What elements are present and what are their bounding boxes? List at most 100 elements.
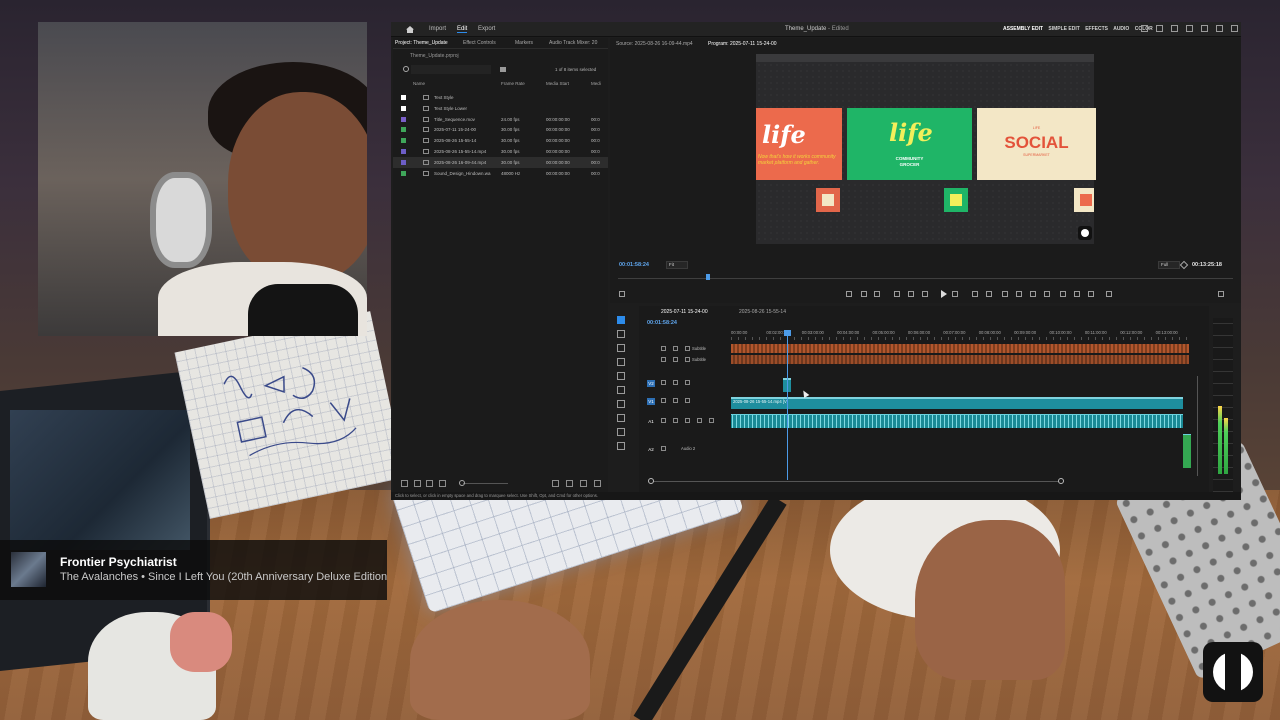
label-color-swatch[interactable] (401, 95, 406, 100)
sync-lock-icon[interactable] (673, 346, 678, 351)
tab-effect-controls[interactable]: Effect Controls (463, 40, 496, 46)
proxy-icon[interactable] (1060, 291, 1066, 297)
asset-row[interactable]: 2025-07-11 15-24-00 30.00 fps 00:00:00:00 0… (393, 124, 608, 135)
thumbnail-size-slider[interactable] (463, 483, 508, 484)
asset-row[interactable]: Text Style Lower (393, 103, 608, 114)
resolution-dropdown[interactable]: Full (1158, 261, 1180, 269)
mode-audio[interactable]: AUDIO (1113, 26, 1129, 32)
label-color-swatch[interactable] (401, 148, 406, 154)
timeline-zoom-scrollbar[interactable] (648, 478, 1064, 484)
scrollbar-right-handle[interactable] (1058, 478, 1064, 484)
step-back-icon[interactable] (908, 291, 914, 297)
tab-source-monitor[interactable]: Source: 2025-08-26 16-09-44.mp4 (616, 41, 693, 47)
label-color-swatch[interactable] (401, 138, 406, 144)
timeline-playhead[interactable] (784, 330, 791, 480)
extract-icon[interactable] (986, 291, 992, 297)
lift-icon[interactable] (972, 291, 978, 297)
workspace-menu-icon[interactable] (1141, 25, 1148, 32)
vr-icon[interactable] (1074, 291, 1080, 297)
label-color-swatch[interactable] (401, 116, 406, 122)
mode-assembly-edit[interactable]: ASSEMBLY EDIT (1003, 26, 1043, 32)
export-frame-icon[interactable] (1106, 291, 1112, 297)
minimize-icon[interactable] (1201, 25, 1208, 32)
play-icon[interactable] (941, 290, 947, 298)
sync-lock-icon[interactable] (673, 380, 678, 385)
playhead-handle[interactable] (784, 330, 791, 336)
v1-source-patch[interactable]: V1 (647, 398, 655, 405)
menu-icon[interactable] (1186, 25, 1193, 32)
col-media[interactable]: Medi (591, 81, 601, 86)
go-to-out-icon[interactable] (952, 291, 958, 297)
subtitle-clips-track-1[interactable] (731, 344, 1189, 353)
tab-markers[interactable]: Markers (515, 40, 533, 46)
asset-row[interactable]: Text Style (393, 92, 608, 103)
sync-lock-icon[interactable] (673, 398, 678, 403)
col-media-start[interactable]: Media Start (546, 81, 569, 86)
hand-tool-icon[interactable] (617, 414, 625, 422)
new-item-icon[interactable] (580, 480, 587, 487)
home-icon[interactable] (406, 26, 414, 33)
fullscreen-icon[interactable] (1231, 25, 1238, 32)
col-name[interactable]: Name (413, 81, 425, 86)
compare-icon[interactable] (1016, 291, 1022, 297)
sync-lock-icon[interactable] (673, 418, 678, 423)
label-color-swatch[interactable] (401, 159, 406, 165)
tab-edit[interactable]: Edit (457, 26, 468, 33)
program-timecode[interactable]: 00:01:58:24 (619, 262, 649, 268)
sync-lock-icon[interactable] (673, 357, 678, 362)
a2-source-patch[interactable]: A2 (647, 446, 655, 453)
asset-row[interactable]: Title_Sequence.mov 24.00 fps 00:00:00:00 00… (393, 114, 608, 125)
progress-icon[interactable] (1171, 25, 1178, 32)
timeline-timecode[interactable]: 00:01:58:24 (647, 320, 677, 326)
list-view-icon[interactable] (414, 480, 421, 487)
icon-view-icon[interactable] (426, 480, 433, 487)
mark-out-icon[interactable] (874, 291, 880, 297)
solo-icon[interactable] (697, 418, 702, 423)
rectangle-tool-icon[interactable] (617, 400, 625, 408)
asset-row[interactable]: 2025-08-26 15-55-14.mp4 30.00 fps 00:00:00… (393, 146, 608, 157)
marker-icon[interactable] (846, 291, 852, 297)
tab-sequence-2[interactable]: 2025-08-26 15-55-14 (739, 309, 786, 315)
trash-icon[interactable] (594, 480, 601, 487)
voice-over-icon[interactable] (709, 418, 714, 423)
mute-icon[interactable] (685, 418, 690, 423)
mark-in-icon[interactable] (861, 291, 867, 297)
lock-icon[interactable] (661, 346, 666, 351)
find-icon[interactable] (566, 480, 573, 487)
asset-row[interactable]: 2025-08-26 16-09-44.mp4 30.00 fps 00:00:00… (393, 156, 608, 168)
program-scrubber[interactable] (618, 273, 1233, 283)
scrollbar-left-handle[interactable] (648, 478, 654, 484)
selection-tool-icon[interactable] (617, 316, 625, 324)
safe-margins-icon[interactable] (1088, 291, 1094, 297)
track-select-tool-icon[interactable] (617, 330, 625, 338)
go-to-in-icon[interactable] (894, 291, 900, 297)
lock-icon[interactable] (661, 357, 666, 362)
label-color-swatch[interactable] (401, 105, 406, 111)
eye-icon[interactable] (685, 398, 690, 403)
stop-icon[interactable] (922, 291, 928, 297)
tab-audio-track-mixer[interactable]: Audio Track Mixer: 20 (549, 40, 597, 46)
lock-icon[interactable] (661, 446, 666, 451)
a1-audio-clip[interactable] (731, 414, 1183, 428)
button-editor-icon[interactable] (1218, 291, 1224, 297)
slider-knob[interactable] (459, 480, 465, 486)
freeform-view-icon[interactable] (439, 480, 446, 487)
camera-icon[interactable] (1002, 291, 1008, 297)
ripple-edit-tool-icon[interactable] (617, 344, 625, 352)
audio-level-clip[interactable] (1183, 434, 1191, 468)
maximize-icon[interactable] (1216, 25, 1223, 32)
v1-clip[interactable]: 2025-08-26 15-55-14.mp4 [V] (731, 397, 1183, 409)
lock-icon[interactable] (661, 398, 666, 403)
share-icon[interactable] (1156, 25, 1163, 32)
time-ruler[interactable]: 00:00:00 00:02:00:00 00:03:00:00 00:04:00:0… (731, 330, 1191, 340)
add-marker-icon[interactable] (619, 291, 625, 297)
mode-effects[interactable]: EFFECTS (1085, 26, 1108, 32)
tab-sequence-1[interactable]: 2025-07-11 15-24-00 (661, 309, 708, 315)
label-color-swatch[interactable] (401, 170, 406, 176)
v2-source-patch[interactable]: V2 (647, 380, 655, 387)
subtitle-clips-track-2[interactable] (731, 355, 1189, 364)
wrench-icon[interactable] (1179, 260, 1189, 270)
eye-icon[interactable] (685, 357, 690, 362)
mode-simple-edit[interactable]: SIMPLE EDIT (1048, 26, 1079, 32)
label-color-swatch[interactable] (401, 127, 406, 133)
